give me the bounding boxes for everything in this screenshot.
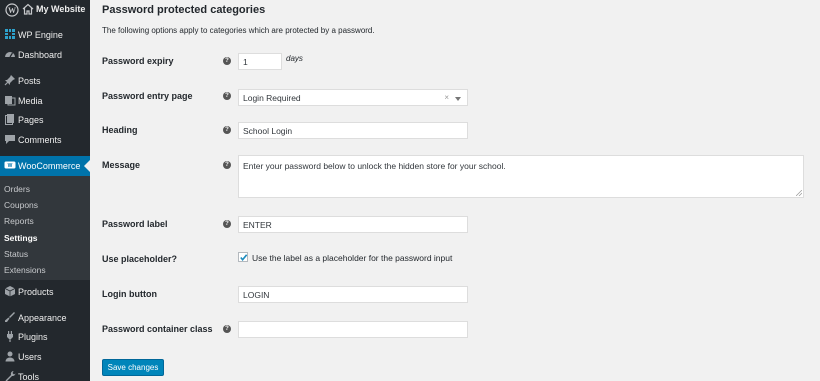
- chevron-down-icon[interactable]: [455, 97, 461, 101]
- menu-plugins[interactable]: Plugins: [0, 327, 90, 347]
- site-name-link[interactable]: W My Website: [0, 0, 90, 20]
- comments-icon: [5, 135, 15, 144]
- help-icon[interactable]: ?: [223, 325, 231, 333]
- woocommerce-submenu: Orders Coupons Reports Settings Status E…: [0, 176, 90, 280]
- help-icon[interactable]: ?: [223, 220, 231, 228]
- pushpin-icon: [4, 75, 15, 86]
- password-label-label: Password label: [102, 219, 168, 229]
- products-box-icon: [4, 286, 16, 297]
- page-description: The following options apply to categorie…: [102, 26, 375, 35]
- message-text: Enter your password below to unlock the …: [243, 161, 506, 171]
- media-icon: [5, 96, 16, 106]
- wp-engine-icon: [5, 29, 15, 39]
- use-placeholder-checkbox[interactable]: [238, 252, 248, 262]
- menu-pages[interactable]: Pages: [0, 110, 90, 130]
- menu-label: WP Engine: [18, 30, 63, 40]
- menu-users[interactable]: Users: [0, 347, 90, 367]
- page-title: Password protected categories: [102, 4, 266, 16]
- site-name: My Website: [36, 4, 86, 14]
- password-label-input[interactable]: ENTER: [238, 216, 468, 233]
- home-icon: [22, 3, 34, 15]
- menu-label: Posts: [18, 76, 41, 86]
- use-placeholder-checkbox-label[interactable]: Use the label as a placeholder for the p…: [252, 253, 452, 263]
- password-container-class-label: Password container class: [102, 324, 213, 334]
- heading-label: Heading: [102, 125, 138, 135]
- message-label: Message: [102, 160, 141, 170]
- plugin-icon: [7, 331, 13, 342]
- submenu-status[interactable]: Status: [4, 249, 28, 259]
- password-entry-page-label: Password entry page: [102, 91, 193, 101]
- help-icon[interactable]: ?: [223, 161, 231, 169]
- wordpress-logo-icon[interactable]: W: [5, 3, 19, 17]
- menu-label: Dashboard: [18, 50, 63, 60]
- help-icon[interactable]: ?: [223, 92, 231, 100]
- admin-sidebar: W My Website WP Engine Dashboard Posts M…: [0, 0, 90, 381]
- submenu-extensions[interactable]: Extensions: [4, 265, 46, 275]
- password-container-class-input[interactable]: [238, 321, 468, 338]
- help-icon[interactable]: ?: [223, 126, 231, 134]
- menu-tools[interactable]: Tools: [0, 367, 90, 381]
- selected-value: Login Required: [243, 93, 301, 103]
- paintbrush-icon: [5, 312, 15, 322]
- menu-woocommerce[interactable]: W WooCommerce: [0, 156, 90, 176]
- menu-label: Users: [18, 352, 42, 362]
- svg-text:W: W: [8, 6, 16, 15]
- menu-wp-engine[interactable]: WP Engine: [0, 25, 90, 45]
- svg-text:W: W: [8, 163, 13, 169]
- checkmark-icon: [240, 254, 248, 262]
- use-placeholder-label: Use placeholder?: [102, 254, 178, 264]
- submenu-orders[interactable]: Orders: [4, 184, 30, 194]
- menu-media[interactable]: Media: [0, 91, 90, 111]
- submenu-coupons[interactable]: Coupons: [4, 200, 38, 210]
- menu-label: Appearance: [18, 313, 67, 323]
- heading-input[interactable]: School Login: [238, 122, 468, 139]
- password-expiry-label: Password expiry: [102, 56, 174, 66]
- user-icon: [5, 351, 15, 362]
- dashboard-icon: [5, 52, 15, 58]
- save-changes-button[interactable]: Save changes: [102, 359, 164, 376]
- menu-label: Comments: [18, 135, 62, 145]
- menu-label: Tools: [18, 372, 40, 381]
- login-button-input[interactable]: LOGIN: [238, 286, 468, 303]
- menu-appearance[interactable]: Appearance: [0, 308, 90, 328]
- wrench-icon: [5, 371, 16, 381]
- menu-dashboard[interactable]: Dashboard: [0, 45, 90, 65]
- resize-handle-icon[interactable]: [796, 190, 802, 196]
- menu-comments[interactable]: Comments: [0, 130, 90, 150]
- menu-label: Media: [18, 96, 43, 106]
- woocommerce-icon: W: [4, 161, 16, 169]
- menu-posts[interactable]: Posts: [0, 71, 90, 91]
- login-button-label: Login button: [102, 289, 157, 299]
- clear-icon[interactable]: ×: [444, 93, 449, 102]
- submenu-reports[interactable]: Reports: [4, 216, 34, 226]
- menu-label: Products: [18, 287, 54, 297]
- password-expiry-input[interactable]: 1: [238, 53, 282, 70]
- settings-content: Password protected categories The follow…: [90, 0, 820, 381]
- menu-label: Plugins: [18, 332, 48, 342]
- menu-label: Pages: [18, 115, 44, 125]
- help-icon[interactable]: ?: [223, 57, 231, 65]
- password-expiry-suffix: days: [286, 54, 303, 63]
- submenu-settings[interactable]: Settings: [4, 233, 38, 243]
- menu-products[interactable]: Products: [0, 282, 90, 302]
- pages-icon: [5, 114, 14, 125]
- menu-label: WooCommerce: [18, 161, 81, 171]
- password-entry-page-select[interactable]: Login Required ×: [238, 89, 468, 106]
- message-textarea[interactable]: Enter your password below to unlock the …: [238, 155, 804, 198]
